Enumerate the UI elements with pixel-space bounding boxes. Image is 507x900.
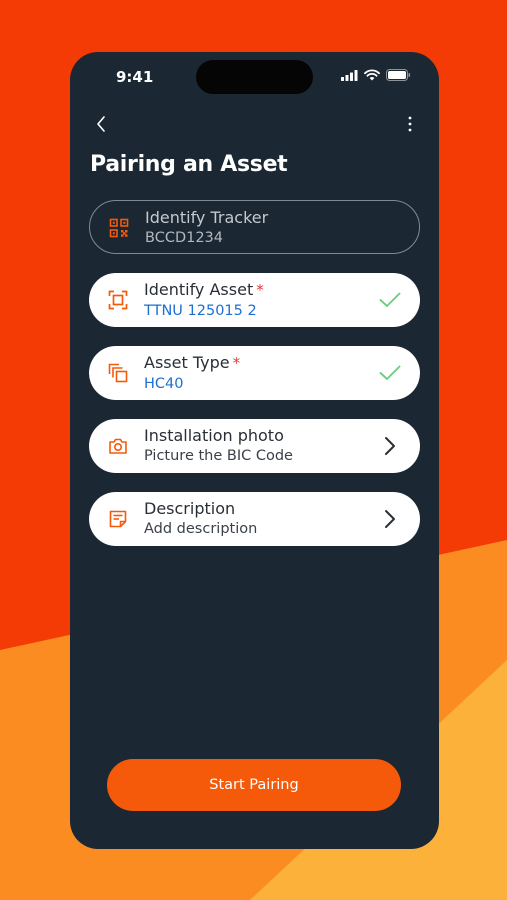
card-subtitle: Add description	[144, 521, 258, 537]
card-title-label: Identify Asset	[144, 280, 254, 299]
chevron-right-icon	[385, 510, 395, 528]
chevron-left-icon	[97, 116, 105, 132]
card-navigate	[378, 507, 402, 531]
card-text: Description Add description	[144, 498, 257, 539]
card-subtitle: BCCD1234	[145, 230, 224, 246]
card-title-label: Asset Type	[144, 353, 230, 372]
card-title: Description	[144, 499, 236, 518]
card-status	[378, 361, 402, 385]
page-title: Pairing an Asset	[90, 152, 288, 177]
asset-type-card[interactable]: Asset Type * HC40	[89, 346, 420, 400]
note-icon	[109, 510, 127, 528]
camera-icon	[109, 438, 127, 454]
battery-icon	[386, 69, 411, 81]
wifi-icon	[364, 69, 380, 81]
card-text: Identify Tracker BCCD1234	[145, 207, 268, 248]
card-text: Asset Type * HC40	[144, 352, 240, 394]
top-nav	[70, 110, 439, 140]
check-icon	[379, 365, 401, 380]
start-pairing-button[interactable]: Start Pairing	[107, 759, 401, 811]
card-text: Identify Asset * TTNU 125015 2	[144, 279, 264, 321]
card-title: Identify Tracker	[145, 208, 269, 227]
identify-asset-card[interactable]: Identify Asset * TTNU 125015 2	[89, 273, 420, 327]
signal-icon	[341, 69, 358, 81]
layers-icon	[108, 363, 128, 383]
phone-screen: 9:41 Pairing an Asset Identify Tracker B…	[70, 52, 439, 849]
more-options-button[interactable]	[403, 112, 417, 136]
card-navigate	[378, 434, 402, 458]
card-subtitle: Picture the BIC Code	[144, 448, 293, 464]
notch	[196, 60, 313, 94]
status-bar: 9:41	[70, 52, 439, 102]
status-time: 9:41	[116, 68, 154, 86]
required-marker: *	[256, 281, 264, 299]
card-value: HC40	[144, 376, 184, 392]
required-marker: *	[232, 354, 241, 372]
scan-frame-icon	[108, 290, 128, 310]
more-vertical-icon	[408, 116, 412, 132]
card-text: Installation photo Picture the BIC Code	[144, 425, 293, 466]
identify-tracker-card[interactable]: Identify Tracker BCCD1234	[89, 200, 420, 254]
card-title: Installation photo	[144, 426, 284, 445]
qr-code-icon	[109, 218, 129, 238]
chevron-right-icon	[385, 437, 395, 455]
installation-photo-card[interactable]: Installation photo Picture the BIC Code	[89, 419, 420, 473]
check-icon	[379, 292, 401, 307]
card-value: TTNU 125015 2	[144, 303, 257, 319]
status-icons	[341, 69, 411, 81]
card-title: Identify Asset *	[144, 279, 264, 301]
card-title: Asset Type *	[144, 352, 240, 374]
back-button[interactable]	[90, 112, 112, 136]
description-card[interactable]: Description Add description	[89, 492, 420, 546]
card-status	[378, 288, 402, 312]
